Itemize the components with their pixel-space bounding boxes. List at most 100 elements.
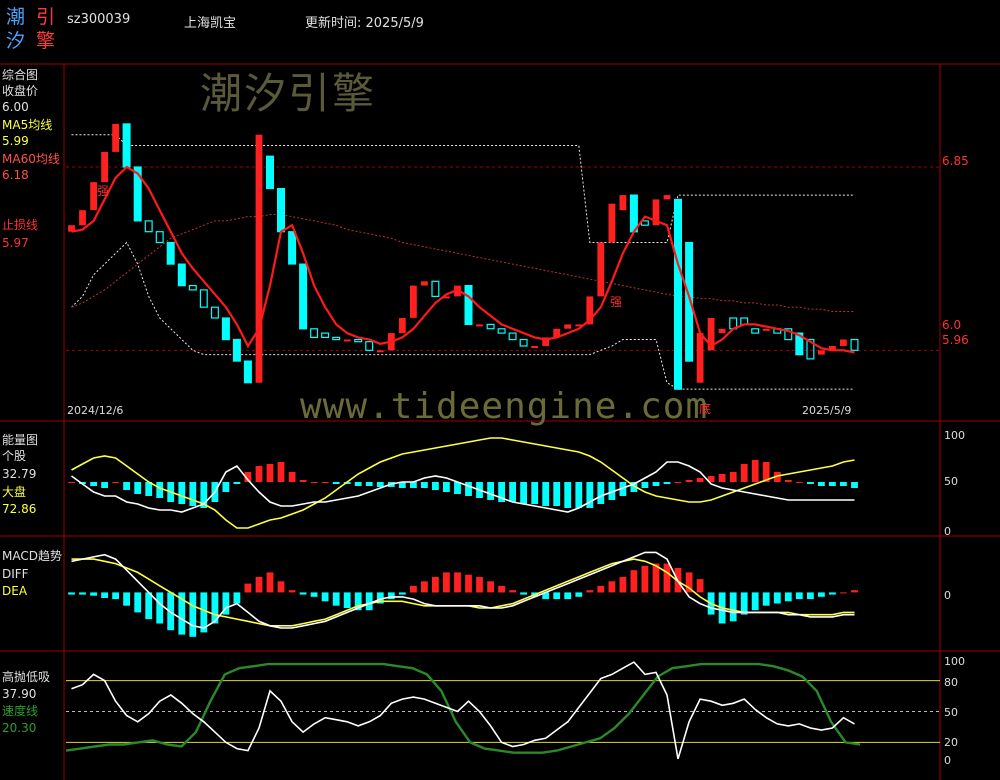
- energy-bar-69: [829, 482, 836, 486]
- macd-bar-35: [454, 572, 461, 593]
- macd-bar-32: [421, 581, 428, 593]
- macd-bar-60: [729, 592, 737, 622]
- candle-2: [90, 182, 97, 211]
- candle-11: [188, 285, 197, 291]
- energy-stock-label: 个股: [2, 449, 27, 463]
- macd-bar-4: [112, 592, 119, 600]
- candle-26: [354, 338, 363, 343]
- energy-bar-40: [509, 482, 516, 502]
- price-axis-label-2: 6.0: [942, 318, 962, 332]
- candle-40: [508, 332, 517, 341]
- energy-bar-21: [299, 480, 307, 482]
- candle-55: [673, 198, 682, 390]
- energy-bar-18: [266, 464, 274, 482]
- energy-title: 能量图: [2, 433, 39, 447]
- energy-bar-46: [575, 482, 583, 508]
- macd-bar-68: [818, 592, 825, 597]
- macd-bar-25: [343, 592, 351, 608]
- macd-bar-39: [498, 585, 505, 593]
- macd-bar-50: [619, 576, 627, 593]
- macd-bar-49: [608, 581, 616, 593]
- energy-bar-53: [652, 482, 660, 486]
- ma5-label: MA5均线: [2, 118, 53, 132]
- candle-63: [762, 328, 770, 331]
- candle-39: [497, 328, 506, 334]
- macd-bar-45: [564, 592, 572, 600]
- macd-bar-46: [575, 592, 583, 597]
- energy-bar-5: [123, 482, 130, 490]
- macd-bar-70: [840, 592, 847, 594]
- macd-bar-69: [829, 592, 836, 595]
- candle-31: [410, 285, 417, 318]
- energy-bar-15: [233, 482, 241, 484]
- candle-62: [751, 328, 760, 334]
- macd-bar-21: [299, 592, 307, 595]
- energy-bar-32: [421, 482, 428, 488]
- macd-bar-17: [255, 576, 263, 593]
- energy-bar-57: [696, 478, 704, 482]
- candle-32: [421, 281, 428, 286]
- brand-watermark: 潮汐引擎: [200, 69, 377, 118]
- candle-24: [332, 336, 341, 341]
- macd-bar-33: [432, 576, 439, 593]
- candle-48: [597, 242, 605, 297]
- candle-19: [277, 188, 286, 233]
- energy-bar-34: [443, 482, 450, 492]
- candle-27: [365, 341, 374, 351]
- speed-line: [65, 662, 861, 754]
- energy-bar-66: [795, 482, 803, 483]
- ma60-label: MA60均线: [2, 152, 60, 166]
- kdj-white-line: [71, 661, 855, 760]
- candle-8: [155, 231, 164, 244]
- energy-axis-50: 50: [944, 475, 958, 488]
- candle-12: [199, 289, 208, 308]
- macd-dea-label: DEA: [2, 584, 28, 598]
- macd-panel: [68, 551, 858, 637]
- energy-market-line: [71, 437, 855, 529]
- energy-market-value: 72.86: [2, 502, 37, 516]
- candle-22: [310, 328, 319, 338]
- macd-bar-66: [795, 592, 803, 600]
- energy-bar-4: [112, 482, 119, 483]
- candle-18: [266, 155, 275, 190]
- candle-14: [221, 317, 230, 341]
- candle-54: [663, 195, 671, 200]
- candle-51: [629, 194, 638, 233]
- kdj-title: 高抛低吸: [2, 670, 51, 684]
- candle-42: [531, 346, 539, 348]
- macd-bar-23: [321, 592, 329, 602]
- date-end: 2025/5/9: [802, 404, 852, 417]
- candle-3: [101, 151, 108, 183]
- energy-bar-23: [321, 482, 329, 483]
- stop-value: 5.97: [2, 236, 29, 250]
- candle-70: [840, 339, 847, 346]
- macd-bar-57: [696, 579, 704, 593]
- ma5-value: 5.99: [2, 134, 29, 148]
- kdj-axis-100: 100: [944, 655, 965, 668]
- speed-label: 速度线: [2, 704, 39, 718]
- candle-15: [232, 338, 241, 362]
- candle-57: [696, 333, 704, 383]
- energy-bar-36: [465, 482, 472, 496]
- macd-bar-62: [751, 592, 759, 611]
- energy-bar-42: [531, 482, 539, 504]
- energy-bar-35: [454, 482, 461, 494]
- macd-dea-line: [71, 558, 855, 627]
- candle-13: [210, 306, 219, 319]
- macd-bar-34: [443, 572, 450, 593]
- energy-bar-52: [641, 482, 649, 488]
- kdj-value: 37.90: [2, 687, 37, 701]
- candle-21: [299, 263, 308, 330]
- energy-bar-65: [784, 480, 792, 482]
- energy-panel: [68, 437, 858, 529]
- candle-4: [112, 123, 119, 152]
- macd-bar-52: [641, 565, 649, 593]
- energy-bar-33: [432, 482, 439, 490]
- candle-10: [177, 263, 186, 287]
- energy-stock-line: [71, 461, 855, 513]
- macd-bar-31: [410, 585, 417, 593]
- macd-bar-8: [156, 592, 164, 624]
- energy-bar-17: [255, 466, 263, 482]
- macd-bar-36: [465, 574, 472, 593]
- macd-bar-3: [101, 592, 108, 598]
